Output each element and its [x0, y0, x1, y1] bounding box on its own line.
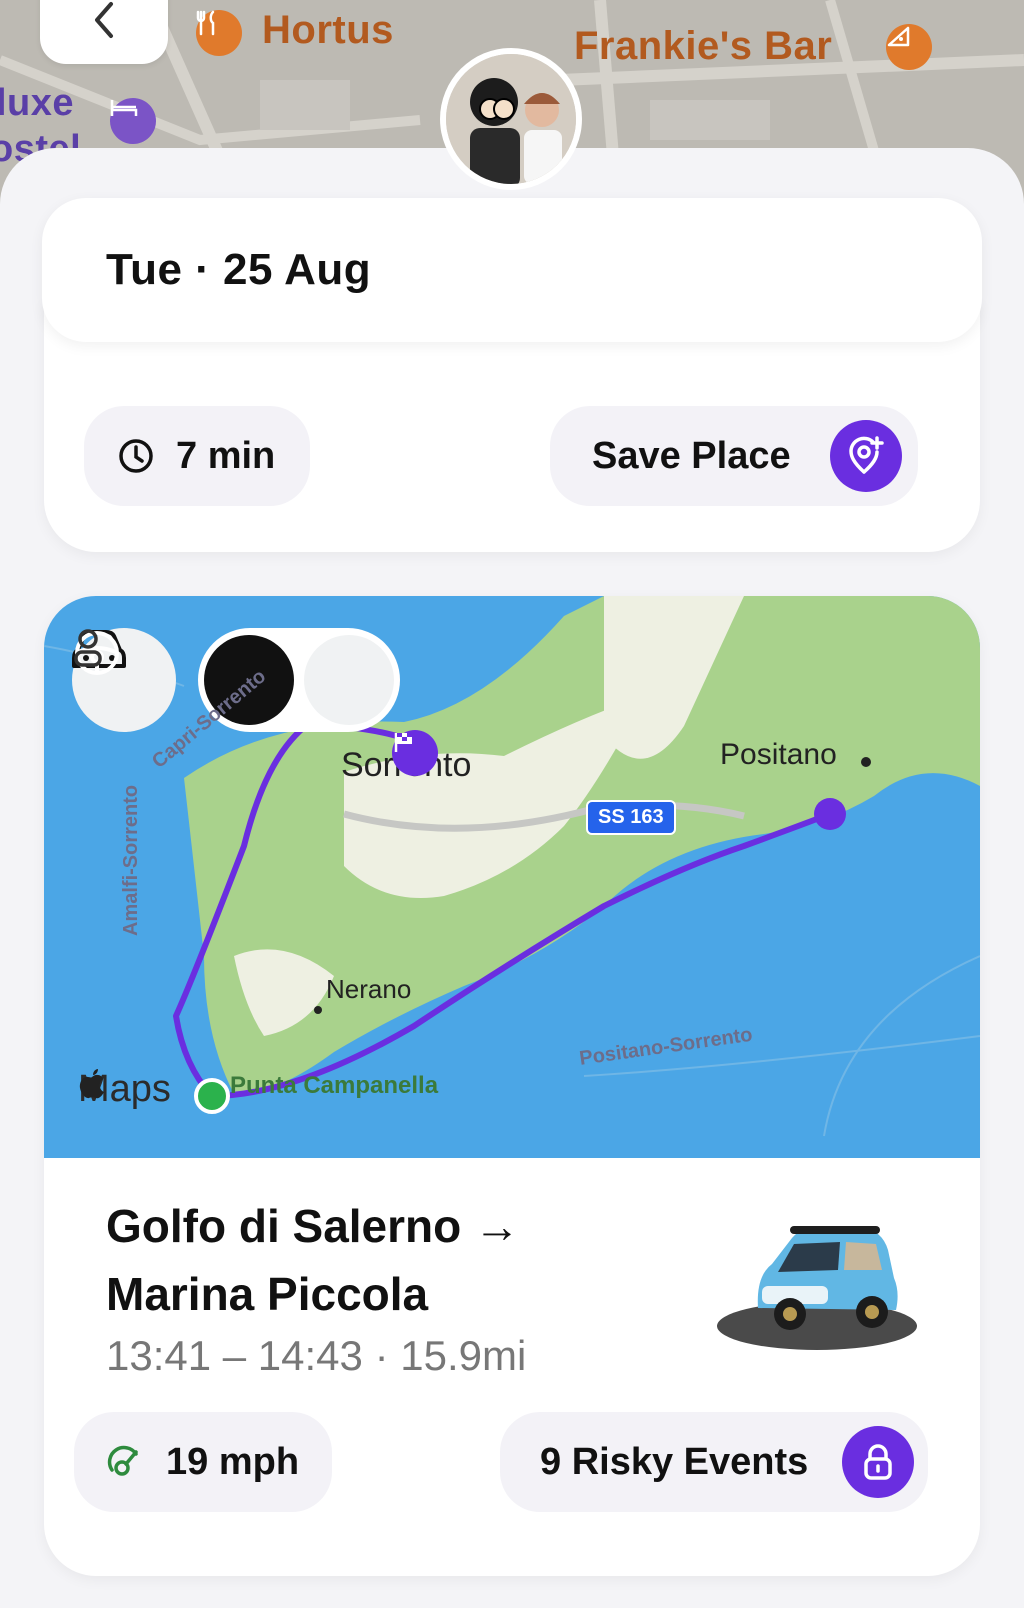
risky-events-label: 9 Risky Events [540, 1440, 809, 1483]
clock-icon [118, 438, 154, 474]
duration-pill: 7 min [84, 406, 310, 506]
duration-label: 7 min [176, 434, 276, 477]
fork-knife-icon [196, 10, 242, 56]
avatar-photo [446, 54, 576, 184]
trip-route-origin: Golfo di Salerno → [106, 1200, 521, 1252]
date-label: Tue · 25 Aug [106, 245, 372, 294]
travel-mode-selector [72, 628, 400, 732]
bed-icon [110, 98, 156, 144]
apple-maps-logo: Maps [78, 1068, 171, 1111]
map-label-hortus: Hortus [262, 8, 394, 52]
road-badge-ss163: SS 163 [586, 800, 676, 835]
checkered-flag-icon [392, 730, 438, 776]
pin-plus-icon [830, 420, 902, 492]
trip-route-destination: Marina Piccola [106, 1268, 429, 1320]
speedometer-icon [106, 1444, 142, 1480]
map-label-positano: Positano [720, 738, 837, 771]
date-header: Tue · 25 Aug [42, 198, 982, 342]
trip-time-distance: 13:41 – 14:43 · 15.9mi [106, 1332, 527, 1379]
lock-icon [842, 1426, 914, 1498]
save-place-button[interactable]: Save Place [550, 406, 918, 506]
pizza-icon [886, 24, 932, 70]
map-label-nerano: Nerano [326, 974, 412, 1004]
map-label-deluxe: luxe [0, 82, 75, 124]
back-button[interactable] [40, 0, 168, 64]
passenger-toggle[interactable] [74, 629, 394, 725]
chevron-left-icon [91, 0, 117, 45]
trip-card[interactable]: Sorrento Positano Nerano Punta Campanell… [44, 596, 980, 1576]
map-label-punta-campanella: Punta Campanella [230, 1072, 439, 1099]
car-illustration [712, 1216, 922, 1356]
road-label-amalfi-sorrento: Amalfi-Sorrento [120, 784, 142, 936]
avg-speed-pill: 19 mph [74, 1412, 332, 1512]
trip-map[interactable]: Sorrento Positano Nerano Punta Campanell… [44, 596, 980, 1158]
avatar[interactable] [440, 48, 582, 190]
save-place-label: Save Place [592, 434, 791, 477]
trip-route-title: Golfo di Salerno → Marina Piccola [106, 1192, 520, 1328]
risky-events-button[interactable]: 9 Risky Events [500, 1412, 928, 1512]
avg-speed-label: 19 mph [166, 1440, 300, 1483]
map-label-frankies-bar: Frankie's Bar [574, 24, 833, 68]
